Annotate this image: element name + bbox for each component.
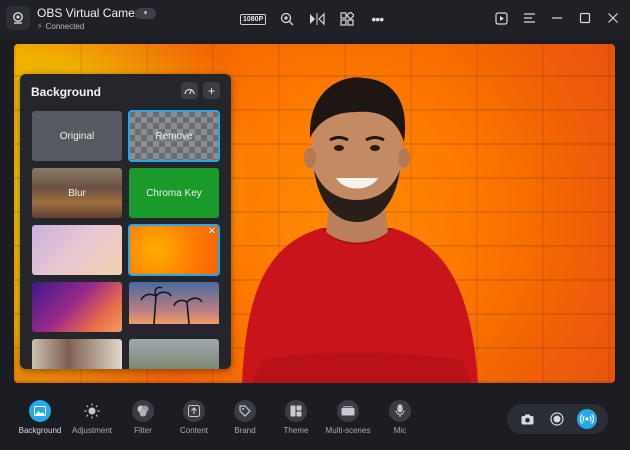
microphone-icon <box>389 400 411 422</box>
top-toolbar: 1080P ••• <box>240 10 386 28</box>
camera-icon <box>521 414 534 424</box>
plug-icon: ⚡ <box>37 22 43 31</box>
panel-title: Background <box>31 85 102 99</box>
maximize-icon[interactable] <box>576 9 594 27</box>
tool-mic[interactable]: Mic <box>370 400 430 435</box>
palm-trees-image <box>129 286 219 332</box>
minimize-icon[interactable] <box>548 9 566 27</box>
tile-room[interactable] <box>32 339 122 369</box>
gauge-icon[interactable] <box>181 82 198 99</box>
play-tutorial-icon[interactable] <box>492 9 510 27</box>
close-icon[interactable]: ✕ <box>208 227 216 237</box>
mirror-flip-icon[interactable] <box>308 10 326 28</box>
app-title: OBS Virtual Camera <box>37 6 146 20</box>
person-figure <box>242 77 478 383</box>
background-panel: Background + Original Remove Blur Chroma… <box>20 74 231 369</box>
tile-label: Blur <box>68 187 86 199</box>
tool-label: Mic <box>393 426 407 435</box>
title-bar: OBS Virtual Camera ▾ ⚡ Connected 1080P •… <box>0 0 630 40</box>
tool-label: Filter <box>134 426 152 435</box>
window-controls <box>492 9 622 27</box>
tile-pastel-gradient[interactable] <box>32 225 122 275</box>
tile-remove[interactable]: Remove <box>128 110 220 162</box>
tool-label: Multi-scenes <box>325 426 371 435</box>
tile-label: Original <box>59 130 95 142</box>
tool-multi-scenes[interactable]: Multi-scenes <box>318 400 378 435</box>
tool-theme[interactable]: Theme <box>266 400 326 435</box>
tag-icon <box>234 400 256 422</box>
tool-label: Brand <box>234 426 256 435</box>
tool-label: Content <box>179 426 209 435</box>
upload-icon <box>183 400 205 422</box>
record-icon <box>550 412 565 426</box>
menu-icon[interactable] <box>520 9 538 27</box>
record-button[interactable] <box>547 409 567 429</box>
tile-blur[interactable]: Blur <box>32 168 122 218</box>
scenes-icon <box>337 400 359 422</box>
tile-chroma-key[interactable]: Chroma Key <box>129 168 219 218</box>
screenshot-button[interactable] <box>518 409 538 429</box>
tool-label: Theme <box>283 426 309 435</box>
capture-controls <box>507 404 608 434</box>
chevron-down-icon: ▾ <box>143 10 148 17</box>
tile-orange-wall[interactable]: ✕ <box>128 224 220 276</box>
close-icon[interactable] <box>604 9 622 27</box>
tile-coast[interactable] <box>129 339 219 369</box>
webcam-icon[interactable] <box>6 6 30 30</box>
layout-grid-icon[interactable] <box>338 10 356 28</box>
broadcast-icon <box>580 414 595 424</box>
plus-icon: + <box>207 83 215 98</box>
theme-grid-icon <box>285 400 307 422</box>
sun-icon <box>81 400 103 422</box>
tile-label: Remove <box>155 130 193 142</box>
connection-status: ⚡ Connected <box>37 22 84 31</box>
zoom-in-icon[interactable] <box>278 10 296 28</box>
tile-purple-gradient[interactable] <box>32 282 122 332</box>
resolution-badge[interactable]: 1080P <box>240 13 267 25</box>
camera-dropdown-button[interactable]: ▾ <box>135 8 156 19</box>
tile-original[interactable]: Original <box>32 111 122 161</box>
filter-icon <box>132 400 154 422</box>
tile-palm-sunset[interactable] <box>129 282 219 332</box>
image-icon <box>29 400 51 422</box>
tool-label: Background <box>18 426 62 435</box>
live-stream-button[interactable] <box>577 409 598 429</box>
more-options-icon[interactable]: ••• <box>368 10 386 28</box>
tile-label: Chroma Key <box>146 187 202 199</box>
add-background-button[interactable]: + <box>203 82 220 99</box>
tool-label: Adjustment <box>71 426 113 435</box>
tool-background[interactable]: Background <box>10 400 70 435</box>
status-text: Connected <box>45 22 85 31</box>
